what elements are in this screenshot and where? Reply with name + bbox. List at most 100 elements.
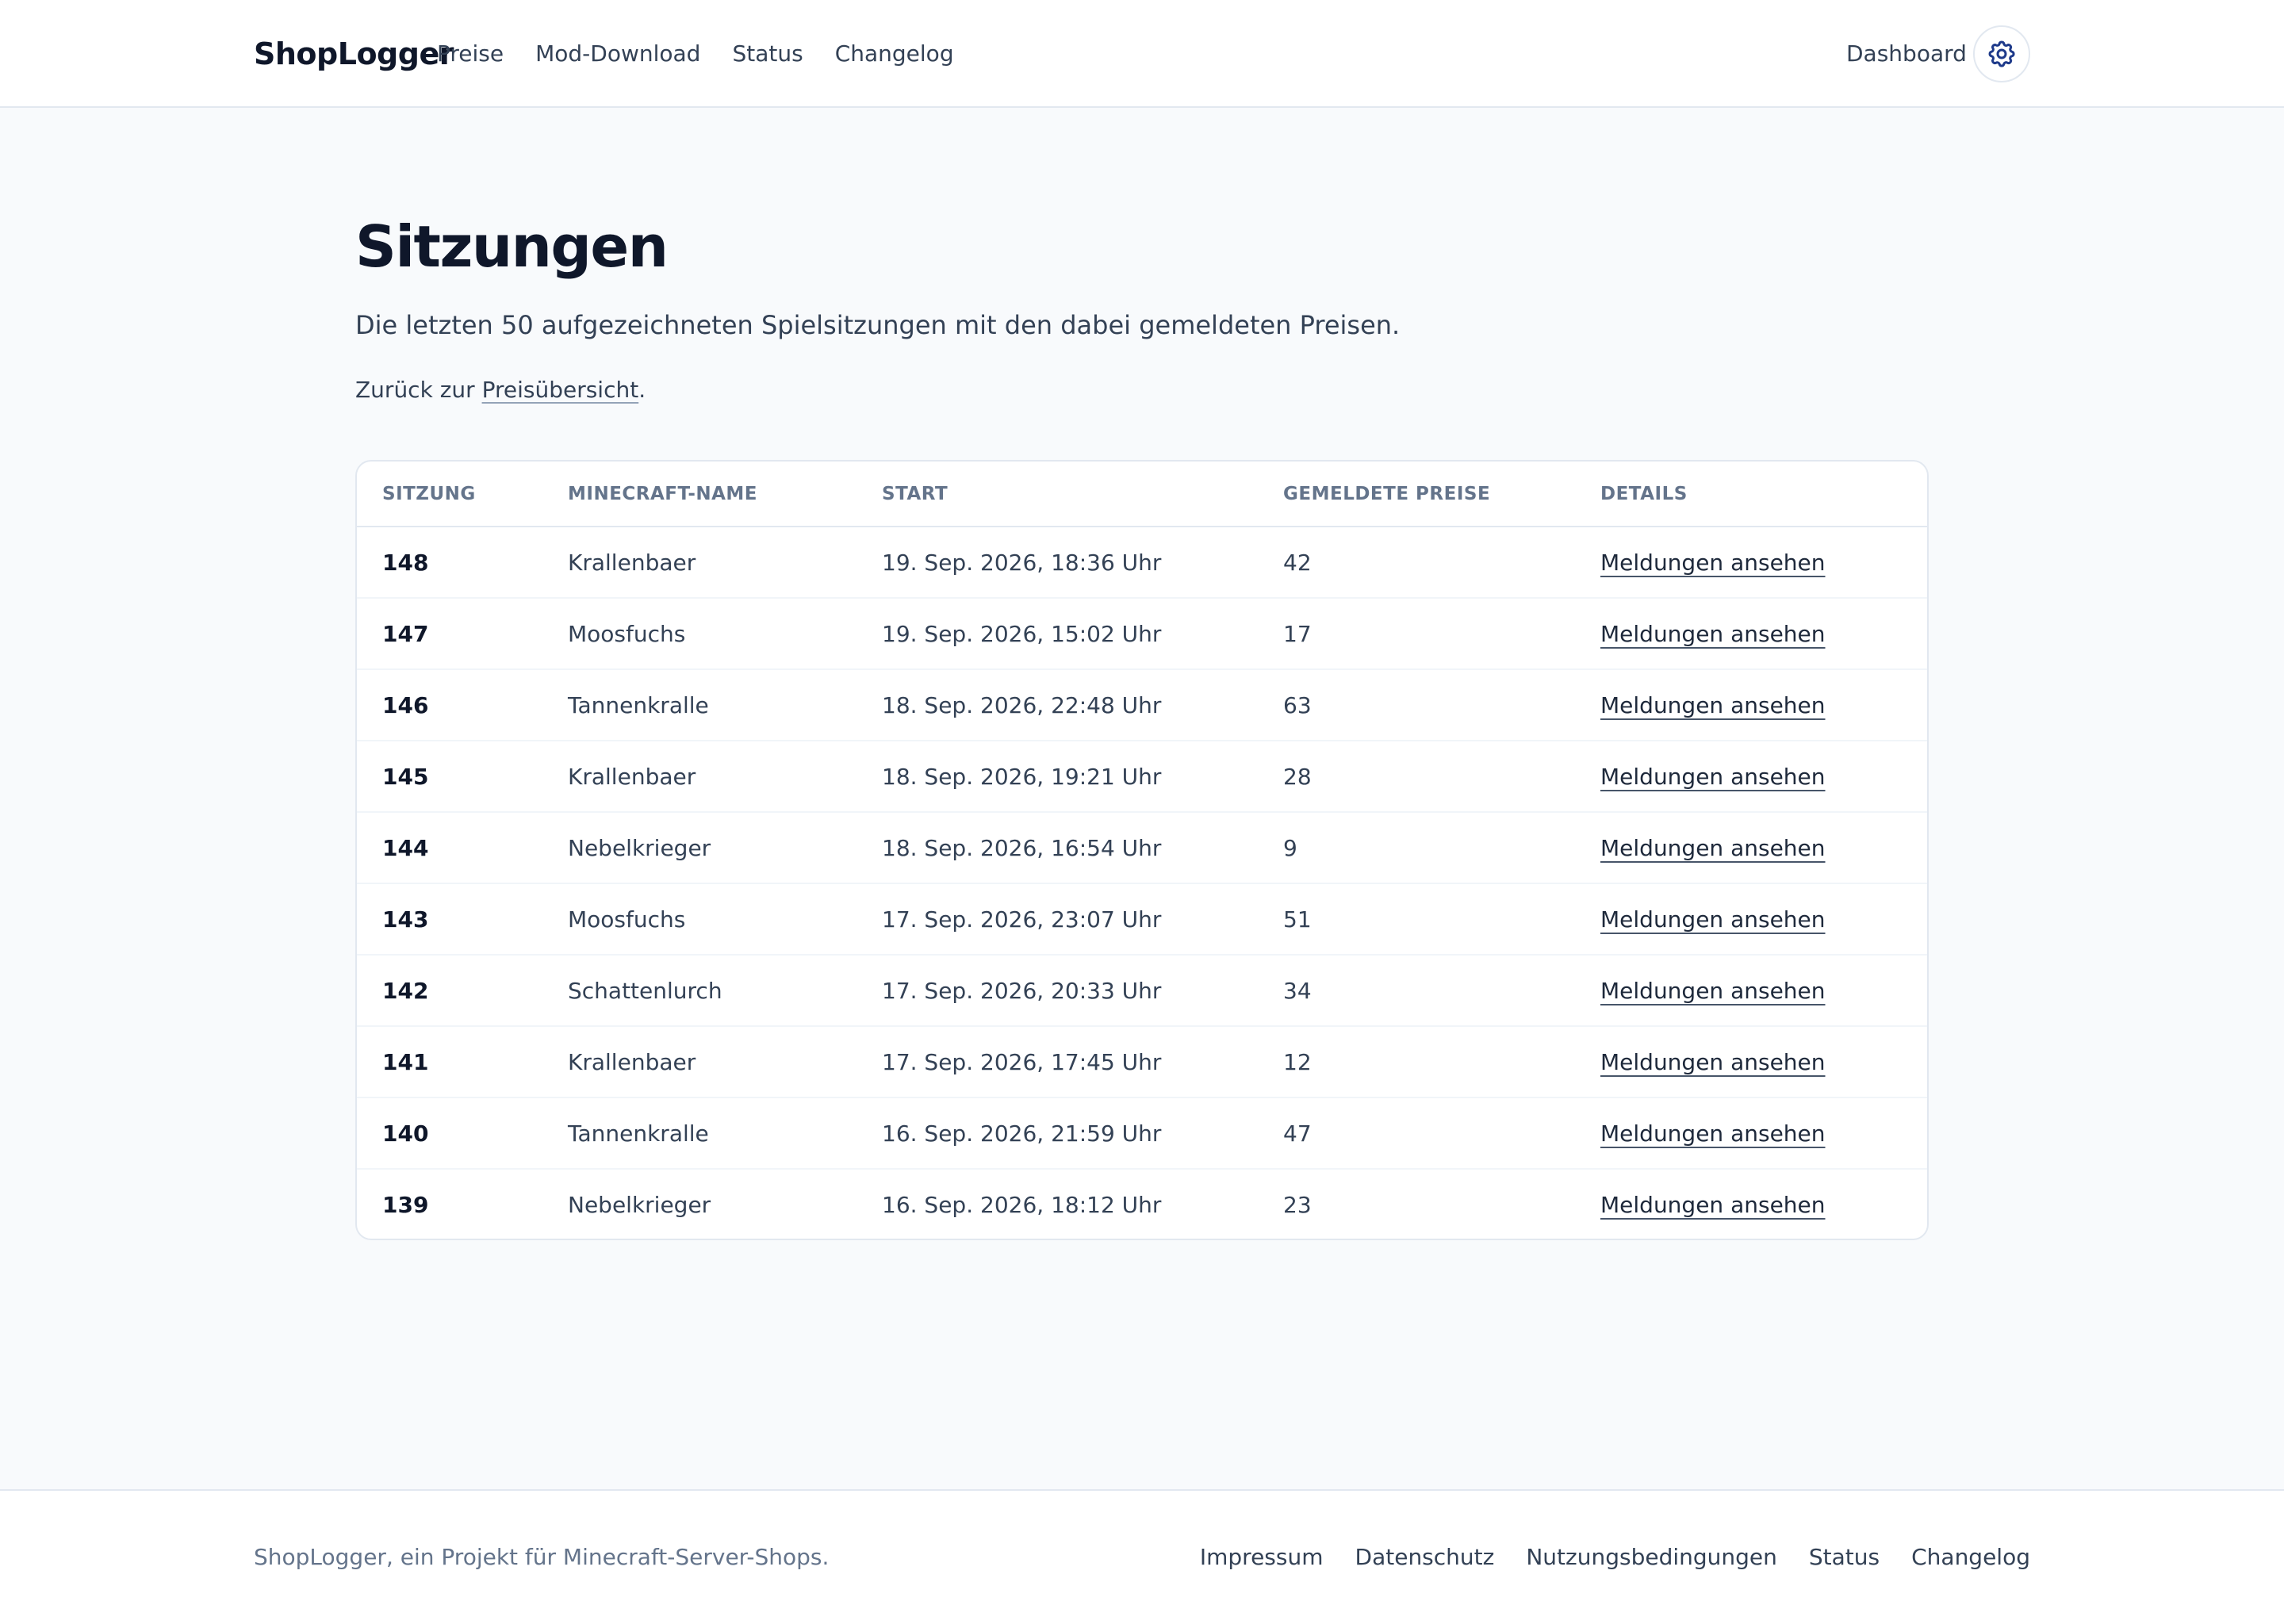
reported-prices-cell: 9 xyxy=(1283,812,1600,884)
header-sitzung: Sitzung xyxy=(357,462,568,527)
reported-prices-cell: 63 xyxy=(1283,669,1600,741)
reported-prices-cell: 28 xyxy=(1283,741,1600,813)
table-header-row: Sitzung Minecraft-Name Start Gemeldete P… xyxy=(357,462,1927,527)
view-reports-link[interactable]: Meldungen ansehen xyxy=(1600,621,1826,647)
minecraft-name-cell: Tannenkralle xyxy=(568,1097,882,1170)
footer-link-status[interactable]: Status xyxy=(1809,1542,1880,1573)
back-line: Zurück zur Preisübersicht. xyxy=(355,374,646,406)
reported-prices-cell: 12 xyxy=(1283,1026,1600,1098)
table-row: 148 Krallenbaer 19. Sep. 2026, 18:36 Uhr 42… xyxy=(357,527,1927,599)
minecraft-name-cell: Schattenlurch xyxy=(568,955,882,1027)
details-cell: Meldungen ansehen xyxy=(1600,812,1927,884)
page-title: Sitzungen xyxy=(355,213,669,280)
back-prefix: Zurück zur xyxy=(355,377,482,403)
page-subtitle: Die letzten 50 aufgezeichneten Spielsitz… xyxy=(355,310,1401,340)
sessions-table: Sitzung Minecraft-Name Start Gemeldete P… xyxy=(357,462,1927,1239)
header-details: Details xyxy=(1600,462,1927,527)
session-id-cell: 143 xyxy=(357,883,568,956)
minecraft-name-cell: Krallenbaer xyxy=(568,1026,882,1098)
footer-link-datenschutz[interactable]: Datenschutz xyxy=(1355,1542,1495,1573)
session-id-cell: 145 xyxy=(357,741,568,813)
top-header: ShopLogger Preise Mod-Download Status Ch… xyxy=(0,0,2284,108)
footer-link-impressum[interactable]: Impressum xyxy=(1200,1542,1324,1573)
details-cell: Meldungen ansehen xyxy=(1600,527,1927,599)
nav-link-changelog[interactable]: Changelog xyxy=(835,38,954,70)
nav-link-mod-download[interactable]: Mod-Download xyxy=(535,38,700,70)
footer-link-changelog[interactable]: Changelog xyxy=(1911,1542,2030,1573)
start-cell: 16. Sep. 2026, 21:59 Uhr xyxy=(882,1097,1283,1170)
start-cell: 18. Sep. 2026, 19:21 Uhr xyxy=(882,741,1283,813)
reported-prices-cell: 42 xyxy=(1283,527,1600,599)
session-id-cell: 144 xyxy=(357,812,568,884)
session-id-cell: 141 xyxy=(357,1026,568,1098)
table-row: 145 Krallenbaer 18. Sep. 2026, 19:21 Uhr 28… xyxy=(357,741,1927,813)
table-row: 144 Nebelkrieger 18. Sep. 2026, 16:54 Uhr 9… xyxy=(357,812,1927,884)
details-cell: Meldungen ansehen xyxy=(1600,883,1927,956)
back-suffix: . xyxy=(638,377,646,403)
start-cell: 17. Sep. 2026, 23:07 Uhr xyxy=(882,883,1283,956)
header-minecraft-name: Minecraft-Name xyxy=(568,462,882,527)
gear-icon xyxy=(1988,40,2015,67)
page-footer: ShopLogger, ein Projekt für Minecraft-Se… xyxy=(0,1489,2284,1624)
brand-logo[interactable]: ShopLogger xyxy=(254,35,454,73)
start-cell: 18. Sep. 2026, 16:54 Uhr xyxy=(882,812,1283,884)
details-cell: Meldungen ansehen xyxy=(1600,1169,1927,1239)
view-reports-link[interactable]: Meldungen ansehen xyxy=(1600,978,1826,1004)
view-reports-link[interactable]: Meldungen ansehen xyxy=(1600,764,1826,790)
view-reports-link[interactable]: Meldungen ansehen xyxy=(1600,1120,1826,1147)
session-id-cell: 146 xyxy=(357,669,568,741)
start-cell: 17. Sep. 2026, 17:45 Uhr xyxy=(882,1026,1283,1098)
session-id-cell: 148 xyxy=(357,527,568,599)
view-reports-link[interactable]: Meldungen ansehen xyxy=(1600,1192,1826,1218)
view-reports-link[interactable]: Meldungen ansehen xyxy=(1600,835,1826,861)
view-reports-link[interactable]: Meldungen ansehen xyxy=(1600,1049,1826,1075)
view-reports-link[interactable]: Meldungen ansehen xyxy=(1600,550,1826,576)
footer-nav: Impressum Datenschutz Nutzungsbedingunge… xyxy=(1200,1542,2030,1573)
details-cell: Meldungen ansehen xyxy=(1600,1026,1927,1098)
minecraft-name-cell: Krallenbaer xyxy=(568,527,882,599)
table-row: 147 Moosfuchs 19. Sep. 2026, 15:02 Uhr 17 Me… xyxy=(357,598,1927,670)
session-id-cell: 139 xyxy=(382,1192,429,1218)
table-row: 142 Schattenlurch 17. Sep. 2026, 20:33 Uhr… xyxy=(357,955,1927,1027)
start-cell: 19. Sep. 2026, 18:36 Uhr xyxy=(882,527,1283,599)
sessions-table-card: Sitzung Minecraft-Name Start Gemeldete P… xyxy=(355,460,1929,1240)
session-id-cell: 142 xyxy=(357,955,568,1027)
reported-prices-cell: 17 xyxy=(1283,598,1600,670)
nav-link-preise[interactable]: Preise xyxy=(437,38,504,70)
table-row: 146 Tannenkralle 18. Sep. 2026, 22:48 Uhr 6… xyxy=(357,669,1927,741)
details-cell: Meldungen ansehen xyxy=(1600,741,1927,813)
details-cell: Meldungen ansehen xyxy=(1600,1097,1927,1170)
header-gemeldete-preise: Gemeldete Preise xyxy=(1283,462,1600,527)
table-row: 143 Moosfuchs 17. Sep. 2026, 23:07 Uhr 51 Me… xyxy=(357,883,1927,956)
view-reports-link[interactable]: Meldungen ansehen xyxy=(1600,906,1826,933)
minecraft-name-cell: Nebelkrieger xyxy=(568,812,882,884)
details-cell: Meldungen ansehen xyxy=(1600,955,1927,1027)
settings-button[interactable] xyxy=(1973,25,2030,82)
nav-link-status[interactable]: Status xyxy=(732,38,803,70)
reported-prices-cell: 51 xyxy=(1283,883,1600,956)
table-row: 139 Nebelkrieger 16. Sep. 2026, 18:12 Uhr 2… xyxy=(357,1169,1927,1239)
back-link[interactable]: Preisübersicht xyxy=(482,377,639,403)
start-cell: 19. Sep. 2026, 15:02 Uhr xyxy=(882,598,1283,670)
table-row: 141 Krallenbaer 17. Sep. 2026, 17:45 Uhr 12… xyxy=(357,1026,1927,1098)
minecraft-name-cell: Tannenkralle xyxy=(568,669,882,741)
table-body: 148 Krallenbaer 19. Sep. 2026, 18:36 Uhr 42… xyxy=(357,527,1927,1239)
dashboard-link[interactable]: Dashboard xyxy=(1846,38,1967,70)
table-row: 140 Tannenkralle 16. Sep. 2026, 21:59 Uhr 4… xyxy=(357,1097,1927,1170)
session-id-cell: 140 xyxy=(357,1097,568,1170)
minecraft-name-cell: Moosfuchs xyxy=(568,598,882,670)
minecraft-name-cell: Nebelkrieger xyxy=(568,1192,711,1218)
session-id-cell: 147 xyxy=(357,598,568,670)
view-reports-link[interactable]: Meldungen ansehen xyxy=(1600,692,1826,718)
minecraft-name-cell: Moosfuchs xyxy=(568,883,882,956)
reported-prices-cell: 23 xyxy=(1283,1192,1312,1218)
start-cell: 17. Sep. 2026, 20:33 Uhr xyxy=(882,955,1283,1027)
footer-link-nutzungsbedingungen[interactable]: Nutzungsbedingungen xyxy=(1526,1542,1777,1573)
main-nav: Preise Mod-Download Status Changelog xyxy=(437,38,954,70)
details-cell: Meldungen ansehen xyxy=(1600,598,1927,670)
header-start: Start xyxy=(882,462,1283,527)
details-cell: Meldungen ansehen xyxy=(1600,669,1927,741)
footer-text: ShopLogger, ein Projekt für Minecraft-Se… xyxy=(254,1544,830,1570)
minecraft-name-cell: Krallenbaer xyxy=(568,741,882,813)
start-cell: 18. Sep. 2026, 22:48 Uhr xyxy=(882,669,1283,741)
